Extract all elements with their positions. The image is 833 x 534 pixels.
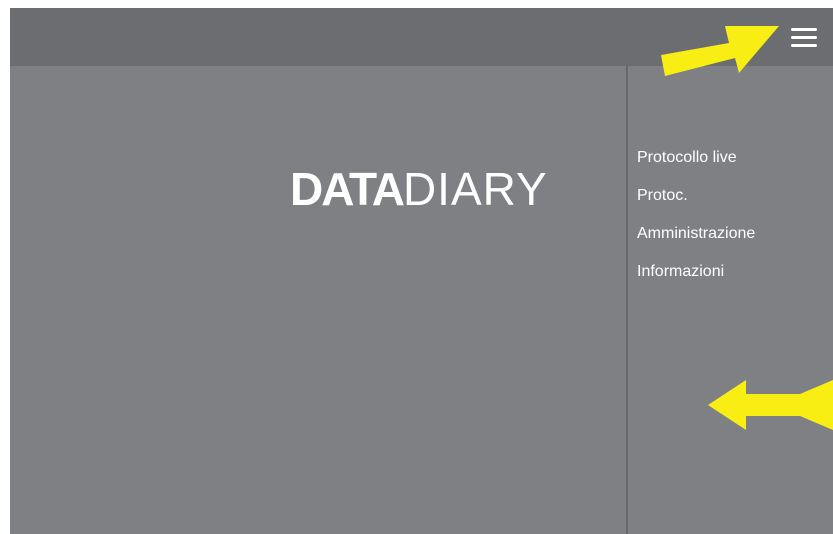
app-window: DATADIARY Protocollo live Protoc. Ammini… (10, 8, 833, 534)
logo-thin-text: DIARY (402, 163, 548, 215)
menu-item-informazioni[interactable]: Informazioni (637, 262, 833, 282)
main-content: DATADIARY (10, 66, 626, 534)
menu-item-protoc[interactable]: Protoc. (637, 186, 833, 206)
side-menu: Protocollo live Protoc. Amministrazione … (637, 148, 833, 300)
menu-line (791, 36, 817, 39)
logo-bold-text: DATA (290, 163, 405, 215)
arrow-right-icon (661, 26, 779, 76)
menu-line (791, 28, 817, 31)
menu-line (791, 44, 817, 47)
arrow-left-icon (708, 380, 833, 430)
hamburger-menu-icon[interactable] (789, 24, 821, 50)
menu-item-protocollo-live[interactable]: Protocollo live (637, 148, 833, 168)
sidebar-divider (626, 66, 628, 534)
menu-item-amministrazione[interactable]: Amministrazione (637, 224, 833, 244)
datadiary-logo: DATADIARY (290, 166, 548, 212)
